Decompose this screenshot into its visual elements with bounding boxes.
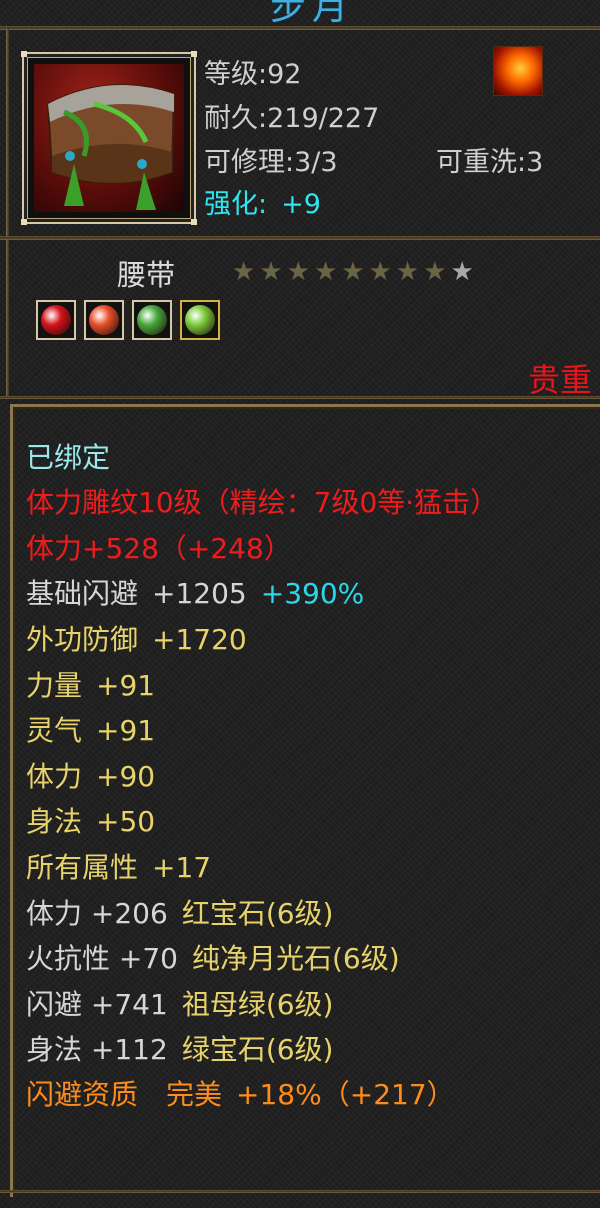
stamina-line: 体力 +90 bbox=[26, 755, 155, 795]
dodge-bonus: +390% bbox=[260, 577, 365, 610]
gem-ball bbox=[137, 305, 167, 335]
top-border bbox=[0, 26, 600, 30]
aptitude-value: +18%（+217） bbox=[236, 1078, 455, 1111]
item-tooltip-panel: 步月 等级:92 耐久:219/227 可修理:3/3 可重洗:3 强化: +9… bbox=[0, 0, 600, 1208]
dodge-value: +1205 bbox=[152, 577, 247, 610]
gem1-stat: 体力 +206 bbox=[26, 897, 168, 930]
all-attributes-line: 所有属性 +17 bbox=[26, 846, 211, 886]
spirit-line: 灵气 +91 bbox=[26, 709, 155, 749]
strength-value: +91 bbox=[96, 669, 156, 702]
belt-icon bbox=[34, 64, 184, 212]
all-attributes-label: 所有属性 bbox=[26, 851, 139, 884]
engrave-line: 体力雕纹10级（精绘：7级0等·猛击） bbox=[26, 486, 499, 519]
gem2-name: 纯净月光石(6级) bbox=[192, 942, 400, 975]
spirit-label: 灵气 bbox=[26, 714, 83, 747]
star-icon: ★ bbox=[313, 257, 338, 287]
agility-label: 身法 bbox=[26, 805, 83, 838]
stamina-value: +90 bbox=[96, 760, 156, 793]
item-quality: 贵重 bbox=[527, 361, 592, 399]
stamina-base-line: 体力+528（+248） bbox=[26, 532, 292, 565]
star-icon: ★ bbox=[341, 257, 365, 287]
star-icon: ★ bbox=[395, 257, 420, 287]
stamina-label: 体力 bbox=[26, 760, 83, 793]
gem4-stat: 身法 +112 bbox=[26, 1033, 168, 1066]
gem2-line: 火抗性 +70 纯净月光石(6级) bbox=[26, 937, 400, 977]
header-divider bbox=[0, 236, 600, 240]
gem4-name: 绿宝石(6级) bbox=[181, 1033, 334, 1066]
strength-label: 力量 bbox=[26, 669, 83, 702]
left-border bbox=[6, 28, 9, 238]
dodge-line: 基础闪避 +1205 +390% bbox=[26, 572, 364, 612]
left-border-mid bbox=[6, 240, 9, 398]
item-enhance: 强化: +9 bbox=[204, 182, 321, 221]
enhance-label: 强化: bbox=[204, 189, 268, 220]
gem3-line: 闪避 +741 祖母绿(6级) bbox=[26, 983, 333, 1023]
item-rewash-count: 可重洗:3 bbox=[436, 147, 544, 178]
bound-status: 已绑定 bbox=[26, 441, 111, 474]
defense-value: +1720 bbox=[152, 623, 247, 656]
gem3-name: 祖母绿(6级) bbox=[181, 988, 334, 1021]
gem1-name: 红宝石(6级) bbox=[181, 897, 334, 930]
item-name: 腰带 bbox=[117, 258, 176, 292]
star-icon: ★ bbox=[259, 257, 283, 287]
dodge-label: 基础闪避 bbox=[26, 577, 139, 610]
fire-slash-gem-icon[interactable] bbox=[84, 300, 124, 340]
star-icon: ★ bbox=[423, 257, 447, 287]
gem3-stat: 闪避 +741 bbox=[26, 988, 168, 1021]
star-icon: ★ bbox=[286, 257, 310, 287]
defense-label: 外功防御 bbox=[26, 623, 139, 656]
item-durability: 耐久:219/227 bbox=[204, 103, 380, 134]
star-rating: ★ ★ ★ ★ ★ ★ ★ ★ ★ bbox=[232, 257, 474, 287]
item-portrait[interactable] bbox=[21, 51, 197, 225]
green-gem-icon[interactable] bbox=[132, 300, 172, 340]
gem-ball bbox=[41, 305, 71, 335]
all-attributes-value: +17 bbox=[152, 851, 212, 884]
gem4-line: 身法 +112 绿宝石(6级) bbox=[26, 1028, 333, 1068]
gem-slots bbox=[36, 300, 220, 340]
light-green-gem-icon[interactable] bbox=[180, 300, 220, 340]
star-icon: ★ bbox=[232, 257, 256, 287]
gem2-stat: 火抗性 +70 bbox=[26, 942, 178, 975]
gem1-line: 体力 +206 红宝石(6级) bbox=[26, 892, 333, 932]
star-icon: ★ bbox=[368, 257, 392, 287]
red-gem-icon[interactable] bbox=[36, 300, 76, 340]
section-divider bbox=[0, 396, 600, 399]
spirit-value: +91 bbox=[96, 714, 156, 747]
aptitude-line: 闪避资质 完美 +18%（+217） bbox=[26, 1073, 455, 1113]
bottom-border bbox=[0, 1190, 600, 1193]
item-repair-count: 可修理:3/3 bbox=[204, 147, 338, 178]
gem-ball bbox=[185, 305, 215, 335]
gem-ball bbox=[89, 305, 119, 335]
item-level: 等级:92 bbox=[204, 59, 302, 90]
aptitude-grade: 完美 bbox=[166, 1078, 223, 1111]
fire-element-icon bbox=[493, 46, 543, 96]
defense-line: 外功防御 +1720 bbox=[26, 618, 247, 658]
agility-line: 身法 +50 bbox=[26, 800, 155, 840]
agility-value: +50 bbox=[96, 805, 156, 838]
aptitude-label: 闪避资质 bbox=[26, 1078, 139, 1111]
strength-line: 力量 +91 bbox=[26, 664, 155, 704]
enhance-value: +9 bbox=[281, 189, 321, 220]
star-icon: ★ bbox=[450, 257, 474, 287]
